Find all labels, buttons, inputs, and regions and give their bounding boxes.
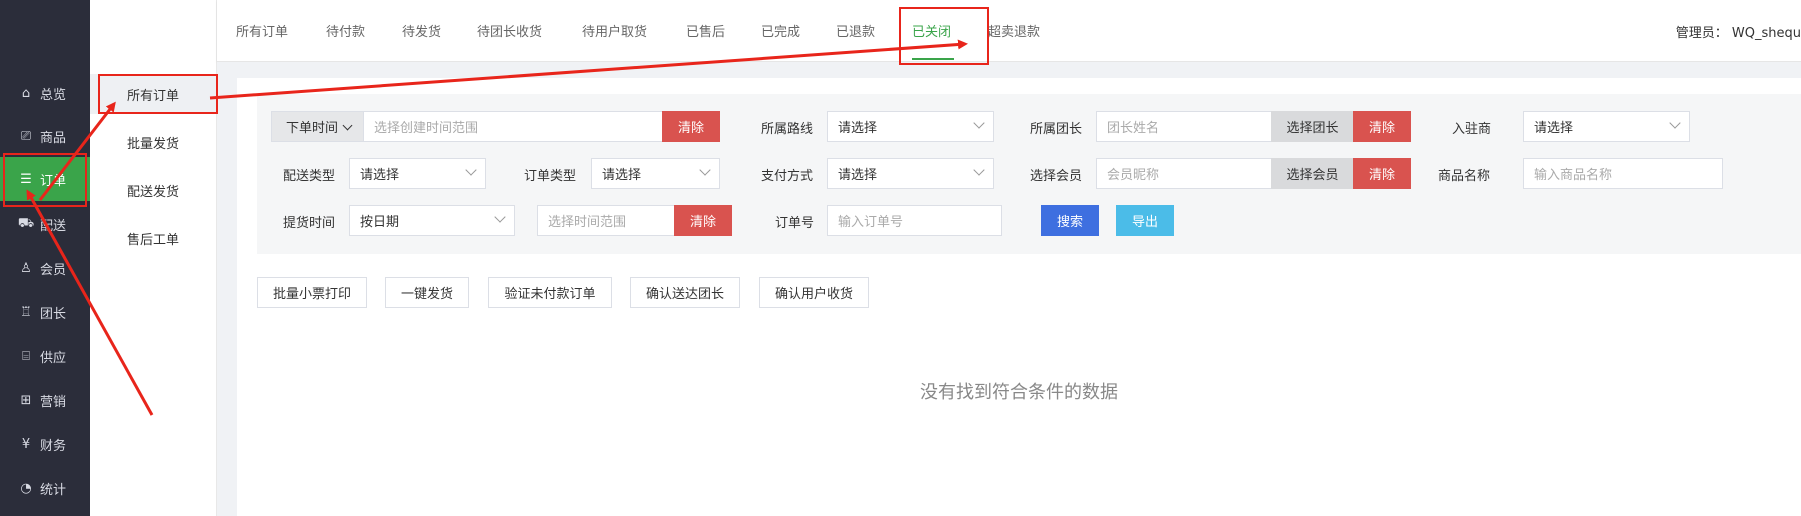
order-type-value: 请选择 (602, 168, 642, 183)
leader-icon: ♖ (20, 304, 32, 320)
order-time-dropdown[interactable]: 下单时间 (271, 111, 364, 142)
route-label: 所属路线 (761, 122, 814, 137)
nav-item-label: 供应 (40, 350, 67, 366)
pickup-time-range-input[interactable]: 选择时间范围 (537, 205, 675, 236)
nav-item-members[interactable]: ♙ 会员 (0, 246, 90, 290)
nav-item-label: 商品 (40, 130, 67, 146)
batch-receipt-print-button[interactable]: 批量小票打印 (257, 277, 367, 308)
submenu-item-batch-ship[interactable]: 批量发货 (90, 122, 217, 162)
nav-item-label: 会员 (40, 262, 67, 278)
goods-name-label: 商品名称 (1438, 169, 1491, 184)
route-select[interactable]: 请选择 (827, 111, 994, 142)
submenu-item-delivery-ship[interactable]: 配送发货 (90, 170, 217, 210)
nav-item-delivery[interactable]: ⛟ 配送 (0, 202, 90, 246)
nav-item-goods[interactable]: ⎚ 商品 (0, 114, 90, 158)
main-content: 下单时间 选择创建时间范围 清除 所属路线 请选择 所属团长 团长姓名 选择团长… (217, 62, 1801, 516)
chevron-down-icon (494, 211, 506, 223)
user-icon: ♙ (20, 260, 32, 276)
order-no-label: 订单号 (775, 216, 815, 231)
annotation-box-orders-nav (3, 153, 87, 207)
chevron-down-icon (699, 164, 711, 176)
delivery-type-label: 配送类型 (283, 169, 336, 184)
merchant-select-value: 请选择 (1534, 121, 1574, 136)
empty-state-message: 没有找到符合条件的数据 (920, 382, 1118, 403)
delivery-type-select[interactable]: 请选择 (349, 158, 486, 189)
chevron-down-icon (973, 117, 985, 129)
order-time-range-input[interactable]: 选择创建时间范围 (363, 111, 663, 142)
delivery-icon: ⛟ (17, 215, 35, 231)
delivery-type-value: 请选择 (360, 168, 400, 183)
route-select-value: 请选择 (838, 121, 878, 136)
tab-oversold-refund[interactable]: 超卖退款 (988, 21, 1040, 40)
home-icon: ⌂ (21, 85, 31, 101)
clear-leader-button[interactable]: 清除 (1353, 111, 1411, 142)
pie-chart-icon: ◔ (20, 480, 32, 496)
pickup-time-select[interactable]: 按日期 (349, 205, 515, 236)
clear-order-time-button[interactable]: 清除 (662, 111, 720, 142)
pay-method-label: 支付方式 (761, 169, 814, 184)
pickup-time-value: 按日期 (360, 215, 400, 230)
nav-item-statistics[interactable]: ◔ 统计 (0, 466, 90, 510)
merchant-label: 入驻商 (1452, 122, 1492, 137)
nav-item-leaders[interactable]: ♖ 团长 (0, 290, 90, 334)
submenu-item-after-sale[interactable]: 售后工单 (90, 218, 217, 258)
confirm-user-received-button[interactable]: 确认用户收货 (759, 277, 869, 308)
tab-pending-leader-receipt[interactable]: 待团长收货 (477, 21, 542, 40)
nav-item-supply[interactable]: ⌸ 供应 (0, 334, 90, 378)
finance-icon: ¥ (21, 436, 31, 452)
export-button[interactable]: 导出 (1116, 205, 1174, 236)
tab-pending-shipment[interactable]: 待发货 (402, 21, 441, 40)
merchant-select[interactable]: 请选择 (1523, 111, 1690, 142)
one-click-ship-button[interactable]: 一键发货 (385, 277, 469, 308)
search-button[interactable]: 搜索 (1041, 205, 1099, 236)
nav-item-label: 财务 (40, 438, 67, 454)
tab-completed[interactable]: 已完成 (761, 21, 800, 40)
nav-item-label: 团长 (40, 306, 67, 322)
confirm-delivered-to-leader-button[interactable]: 确认送达团长 (630, 277, 740, 308)
main-sidebar: ⌂ 总览 ⎚ 商品 ☰ 订单 ⛟ 配送 ♙ 会员 ♖ 团长 ⌸ 供应 ⊞ 营销 … (0, 0, 90, 516)
order-type-select[interactable]: 请选择 (591, 158, 720, 189)
tab-pending-user-pickup[interactable]: 待用户取货 (582, 21, 647, 40)
chevron-down-icon (465, 164, 477, 176)
leader-label: 所属团长 (1030, 122, 1083, 137)
order-time-label: 下单时间 (286, 121, 339, 136)
nav-item-finance[interactable]: ¥ 财务 (0, 422, 90, 466)
choose-member-button[interactable]: 选择会员 (1271, 158, 1354, 189)
leader-name-input[interactable]: 团长姓名 (1096, 111, 1272, 142)
nav-item-label: 营销 (40, 394, 67, 410)
orders-panel: 下单时间 选择创建时间范围 清除 所属路线 请选择 所属团长 团长姓名 选择团长… (237, 78, 1801, 516)
filter-panel: 下单时间 选择创建时间范围 清除 所属路线 请选择 所属团长 团长姓名 选择团长… (257, 94, 1801, 254)
nav-item-label: 配送 (40, 218, 67, 234)
gift-icon: ⊞ (20, 392, 32, 408)
member-nickname-input[interactable]: 会员昵称 (1096, 158, 1272, 189)
admin-label: 管理员： WQ_shequ (1675, 26, 1801, 41)
clear-member-button[interactable]: 清除 (1353, 158, 1411, 189)
chevron-down-icon (342, 120, 353, 131)
member-label: 选择会员 (1030, 169, 1083, 184)
tab-all-orders[interactable]: 所有订单 (236, 21, 288, 40)
tab-refunded[interactable]: 已退款 (836, 21, 875, 40)
verify-unpaid-orders-button[interactable]: 验证未付款订单 (488, 277, 612, 308)
store-icon: ⌸ (22, 348, 30, 364)
nav-item-marketing[interactable]: ⊞ 营销 (0, 378, 90, 422)
chevron-down-icon (1669, 117, 1681, 129)
nav-item-overview[interactable]: ⌂ 总览 (0, 71, 90, 115)
choose-leader-button[interactable]: 选择团长 (1271, 111, 1354, 142)
pay-method-select[interactable]: 请选择 (827, 158, 994, 189)
order-no-input[interactable]: 输入订单号 (827, 205, 1002, 236)
annotation-box-closed-tab (899, 7, 989, 65)
bag-icon: ⎚ (20, 128, 32, 144)
goods-name-input[interactable]: 输入商品名称 (1523, 158, 1723, 189)
pay-method-value: 请选择 (838, 168, 878, 183)
clear-pickup-time-button[interactable]: 清除 (674, 205, 732, 236)
nav-item-label: 总览 (40, 87, 67, 103)
order-type-label: 订单类型 (524, 169, 577, 184)
pickup-time-label: 提货时间 (283, 216, 336, 231)
tab-pending-payment[interactable]: 待付款 (326, 21, 365, 40)
chevron-down-icon (973, 164, 985, 176)
tab-after-sale[interactable]: 已售后 (686, 21, 725, 40)
nav-item-label: 统计 (40, 482, 67, 498)
order-status-tabs: 所有订单 待付款 待发货 待团长收货 待用户取货 已售后 已完成 已退款 已关闭… (217, 0, 1801, 62)
annotation-box-all-orders (98, 74, 218, 114)
